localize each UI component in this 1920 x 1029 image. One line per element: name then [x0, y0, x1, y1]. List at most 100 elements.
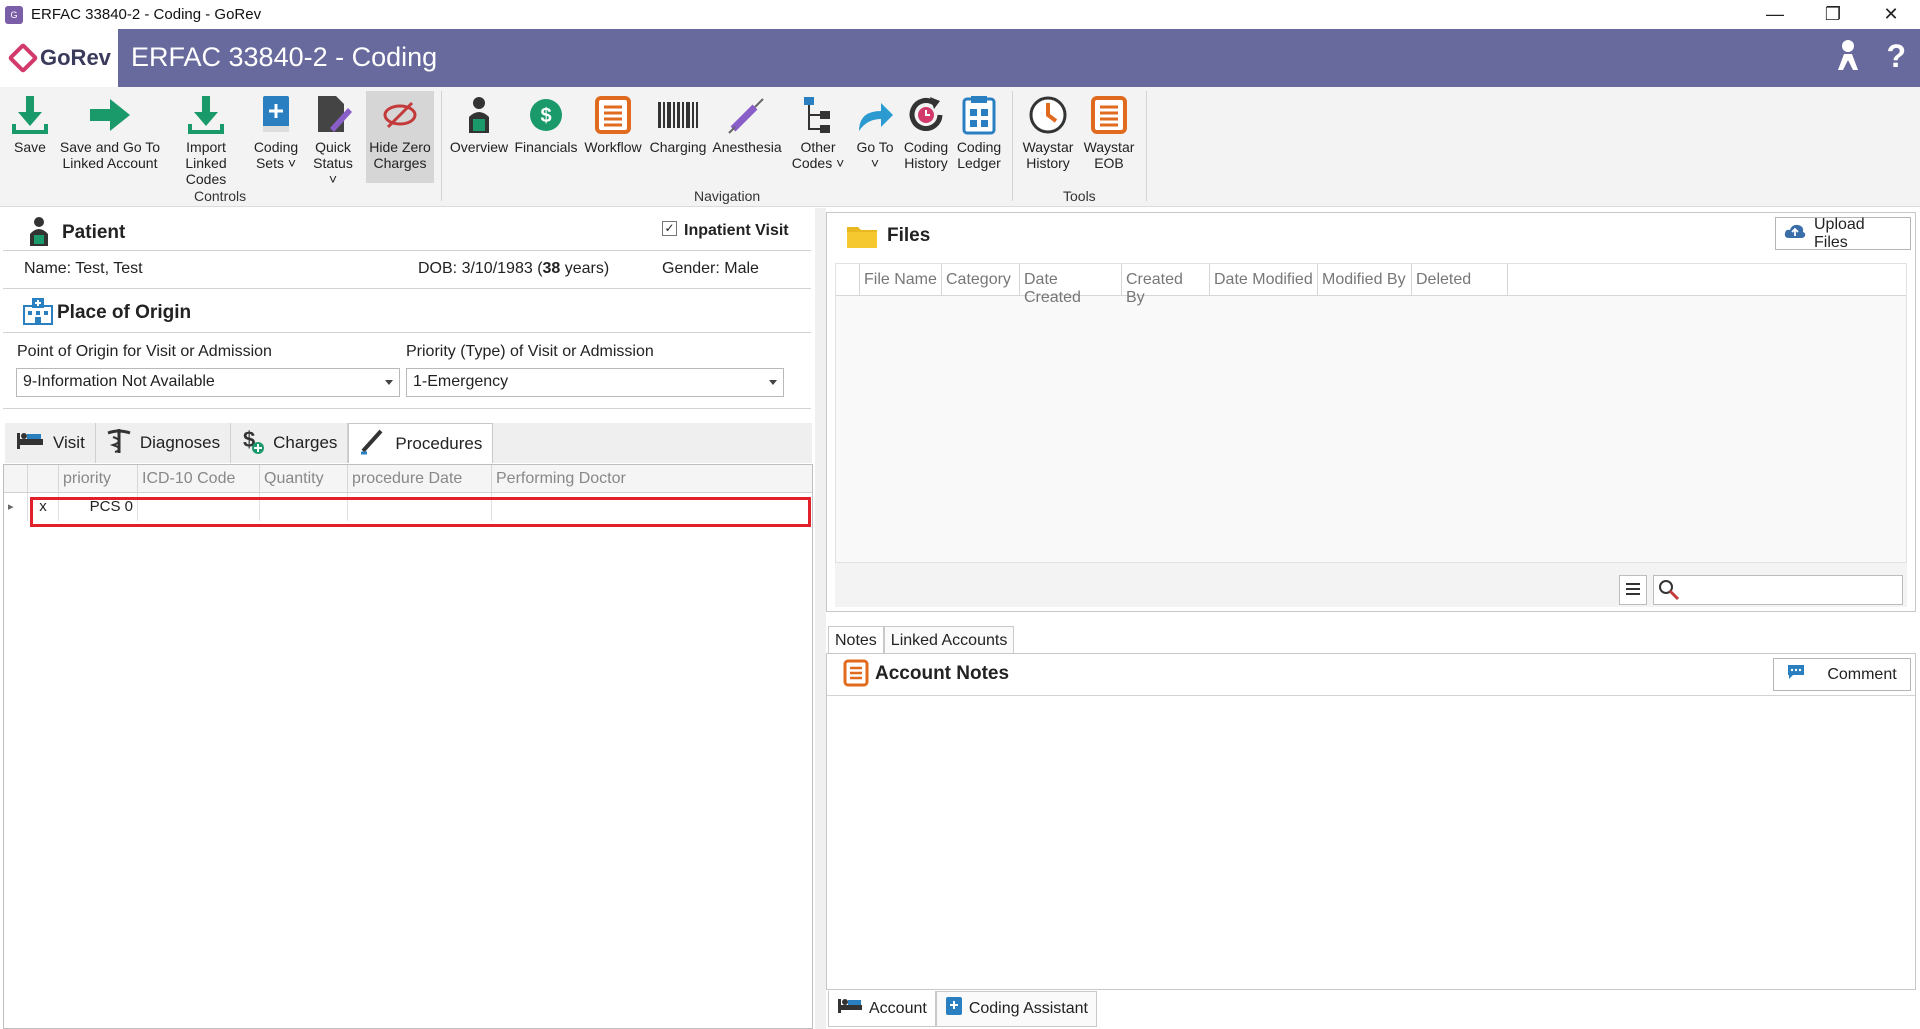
column-header-priority[interactable]: priority	[59, 465, 138, 493]
divider	[3, 332, 811, 333]
column-header-file-name[interactable]: File Name	[860, 264, 942, 296]
divider	[3, 408, 811, 409]
quick-status-button[interactable]: Quick Status ˅	[308, 93, 358, 187]
import-icon	[183, 93, 229, 137]
restore-icon[interactable]: ❐	[1804, 0, 1862, 29]
workflow-label: Workflow	[584, 139, 642, 155]
inpatient-visit-checkbox[interactable]: ✓	[662, 221, 677, 236]
help-icon[interactable]: ?	[1886, 38, 1906, 80]
panel-splitter[interactable]	[815, 208, 826, 1029]
column-header-icd10[interactable]: ICD-10 Code	[138, 465, 260, 493]
coding-history-label-1: Coding	[903, 139, 949, 155]
files-search-input[interactable]	[1653, 575, 1903, 605]
column-header-date-created[interactable]: Date Created	[1020, 264, 1122, 306]
right-panel: Files Upload Files File Name Category Da…	[826, 208, 1920, 1029]
tab-procedures[interactable]: Procedures	[348, 423, 494, 463]
dropdown-arrow-icon	[769, 380, 777, 385]
tab-diagnoses[interactable]: Diagnoses	[96, 423, 232, 463]
gorev-logo[interactable]: GoRev	[0, 29, 118, 87]
barcode-icon	[655, 93, 701, 137]
patient-gender: Gender: Male	[662, 260, 759, 277]
tab-coding-assistant[interactable]: Coding Assistant	[935, 991, 1097, 1027]
column-header-procedure-date[interactable]: procedure Date	[348, 465, 492, 493]
files-section: Files Upload Files File Name Category Da…	[826, 212, 1916, 612]
ledger-icon	[956, 93, 1002, 137]
window-titlebar: G ERFAC 33840-2 - Coding - GoRev — ❐ ✕	[0, 0, 1920, 29]
hide-zero-charges-button[interactable]: Hide Zero Charges	[366, 91, 434, 183]
bottom-tabs: Account Coding Assistant	[828, 991, 1097, 1027]
coding-ledger-button[interactable]: Coding Ledger	[955, 93, 1003, 171]
ribbon-separator	[1012, 91, 1013, 201]
grid-menu-button[interactable]	[1619, 575, 1647, 605]
coding-history-label-2: History	[904, 155, 948, 171]
history-icon	[903, 93, 949, 137]
go-to-button[interactable]: Go To ˅	[852, 93, 898, 171]
files-grid: File Name Category Date Created Created …	[835, 263, 1907, 563]
divider	[3, 250, 811, 251]
menu-icon	[1626, 582, 1640, 599]
window-title: ERFAC 33840-2 - Coding - GoRev	[31, 6, 262, 23]
save-button[interactable]: Save	[8, 93, 52, 155]
app-header: GoRev ERFAC 33840-2 - Coding ?	[0, 29, 1920, 87]
financials-button[interactable]: $ Financials	[514, 93, 578, 155]
quick-status-label-2: Status ˅	[313, 155, 353, 187]
waystar-eob-button[interactable]: Waystar EOB	[1082, 93, 1136, 171]
comment-label: Comment	[1827, 665, 1897, 683]
group-label-navigation: Navigation	[694, 188, 761, 204]
workflow-button[interactable]: Workflow	[582, 93, 644, 155]
window-controls: — ❐ ✕	[1746, 0, 1920, 29]
point-of-origin-select[interactable]: 9-Information Not Available	[16, 368, 400, 397]
column-header-created-by[interactable]: Created By	[1122, 264, 1210, 306]
column-header-modified-by[interactable]: Modified By	[1318, 264, 1412, 296]
waystar-eob-label-1: Waystar	[1083, 139, 1135, 155]
divider	[827, 695, 1915, 696]
waystar-history-button[interactable]: Waystar History	[1020, 93, 1076, 171]
logo-mark-icon	[7, 42, 39, 74]
tab-linked-accounts[interactable]: Linked Accounts	[883, 626, 1015, 654]
book-plus-icon	[253, 93, 299, 137]
column-header-deleted[interactable]: Deleted	[1412, 264, 1508, 296]
column-header-category[interactable]: Category	[942, 264, 1020, 296]
tab-visit[interactable]: Visit	[5, 423, 96, 463]
save-label: Save	[14, 139, 46, 155]
document-edit-icon	[310, 93, 356, 137]
search-icon	[1658, 579, 1680, 605]
minimize-icon[interactable]: —	[1746, 0, 1804, 29]
coding-sets-button[interactable]: Coding Sets ˅	[252, 93, 300, 171]
overview-button[interactable]: Overview	[449, 93, 509, 155]
patient-icon	[28, 216, 50, 250]
notes-tabs: Notes Linked Accounts	[828, 626, 1015, 654]
detail-tabs: Visit Diagnoses $ Charges Procedures	[5, 423, 812, 463]
charging-label: Charging	[649, 139, 707, 155]
book-plus-icon	[945, 996, 963, 1023]
tab-coding-assistant-label: Coding Assistant	[968, 1000, 1088, 1017]
other-codes-button[interactable]: Other Codes ˅	[790, 93, 846, 171]
anesthesia-button[interactable]: Anesthesia	[712, 93, 782, 155]
row-expand-icon[interactable]: ▸	[4, 493, 28, 521]
comment-button[interactable]: Comment	[1773, 658, 1911, 691]
tab-notes[interactable]: Notes	[828, 626, 884, 654]
tab-visit-label: Visit	[53, 433, 85, 452]
column-header-date-modified[interactable]: Date Modified	[1210, 264, 1318, 296]
priority-select[interactable]: 1-Emergency	[406, 368, 784, 397]
upload-files-button[interactable]: Upload Files	[1775, 216, 1911, 251]
save-and-go-to-linked-account-button[interactable]: Save and Go To Linked Account	[58, 93, 162, 171]
scalpel-icon	[359, 427, 387, 460]
close-icon[interactable]: ✕	[1862, 0, 1920, 29]
tab-account[interactable]: Account	[828, 991, 936, 1027]
other-codes-label-2: Codes ˅	[791, 155, 845, 171]
eye-hidden-icon	[377, 93, 423, 137]
procedures-grid: priority ICD-10 Code Quantity procedure …	[3, 464, 813, 1029]
import-linked-codes-button[interactable]: Import Linked Codes	[164, 93, 248, 187]
column-header-quantity[interactable]: Quantity	[260, 465, 348, 493]
column-header-performing-doctor[interactable]: Performing Doctor	[492, 465, 662, 493]
coding-history-button[interactable]: Coding History	[902, 93, 950, 171]
user-key-icon[interactable]	[1834, 38, 1862, 80]
cloud-upload-icon	[1784, 223, 1806, 244]
row-indicator-header	[4, 465, 28, 493]
hierarchy-icon	[795, 93, 841, 137]
tab-charges[interactable]: $ Charges	[231, 423, 349, 463]
go-to-label: Go To	[856, 139, 894, 155]
charging-button[interactable]: Charging	[650, 93, 706, 155]
patient-dob: DOB: 3/10/1983 (38 years)	[418, 260, 610, 277]
